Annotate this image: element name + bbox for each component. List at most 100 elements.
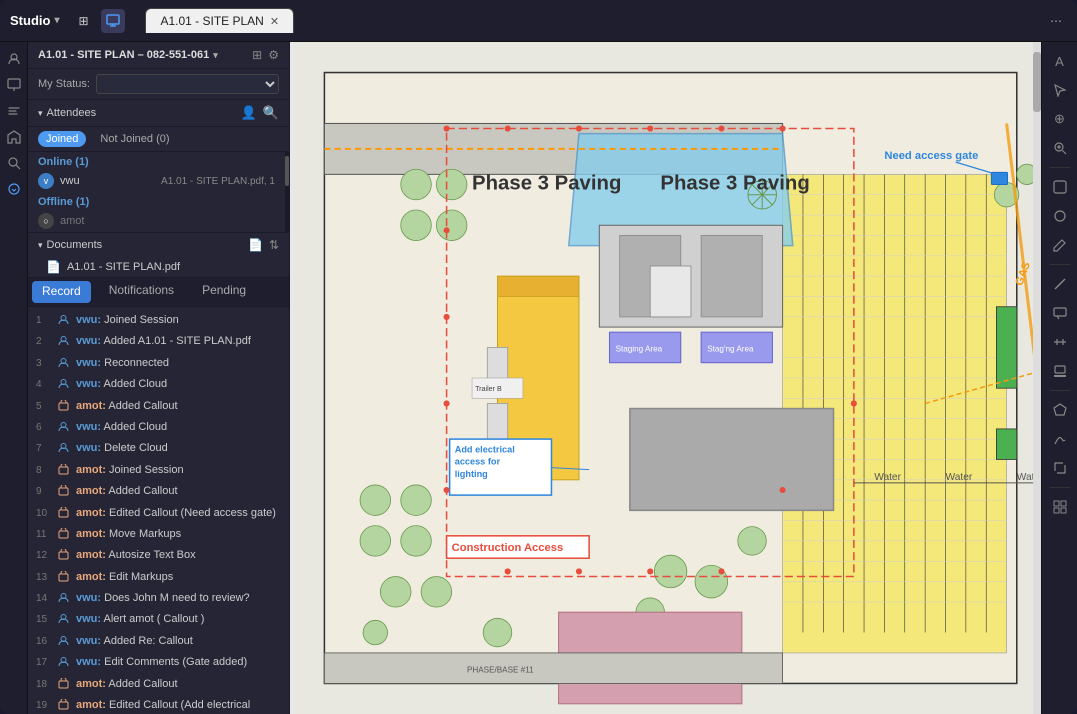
nav-icon-6[interactable] [3,178,25,200]
record-num: 17 [36,655,54,670]
rtb-measure-icon[interactable] [1047,329,1073,355]
main-content: A1.01 - SITE PLAN – 082-551-061 ▾ ⊞ ⚙ My… [0,42,1077,714]
doc-name: A1.01 - SITE PLAN.pdf [67,261,180,273]
record-list: 1vwu: Joined Session2vwu: Added A1.01 - … [28,307,289,714]
record-tab[interactable]: Record [32,281,91,303]
attendee-doc-vwu: A1.01 - SITE PLAN.pdf, 1 [161,176,275,187]
rtb-grid-icon[interactable] [1047,494,1073,520]
record-num: 8 [36,463,54,478]
record-item: 2 vwu: Added A1.01 - SITE PLAN.pdf [28,332,289,353]
rtb-divider-3 [1050,390,1070,391]
not-joined-tab[interactable]: Not Joined (0) [92,131,177,147]
online-section-label: Online (1) [28,152,285,170]
record-num: 2 [36,334,54,349]
svg-text:lighting: lighting [455,469,488,479]
rtb-zoom-icon[interactable] [1047,135,1073,161]
nav-icon-4[interactable] [3,126,25,148]
nav-icon-1[interactable] [3,48,25,70]
doc-item-siteplan[interactable]: 📄 A1.01 - SITE PLAN.pdf [28,257,289,277]
nav-icon-2[interactable] [3,74,25,96]
record-user-icon [58,528,72,544]
rtb-text-icon[interactable]: A [1047,48,1073,74]
doc-file-icon: 📄 [46,260,61,274]
record-text: amot: Edited Callout (Add electrical acc… [76,698,281,714]
home-icon[interactable]: ⊞ [71,9,95,33]
attendee-list-container: Online (1) v vwu A1.01 - SITE PLAN.pdf, … [28,152,289,232]
share-icon[interactable]: ⊞ [252,48,262,62]
record-item: 13 amot: Edit Markups [28,568,289,589]
studio-logo[interactable]: Studio ▾ [10,13,59,28]
close-tab-icon[interactable]: ✕ [270,15,279,28]
record-item: 9amot: Added Callout [28,482,289,503]
rtb-line-icon[interactable] [1047,271,1073,297]
docs-title[interactable]: ▾ Documents [38,239,102,251]
record-item: 8 amot: Joined Session [28,461,289,482]
sort-doc-icon[interactable]: ⇅ [269,238,279,252]
svg-text:access for: access for [455,457,501,467]
record-item: 14vwu: Does John M need to review? [28,589,289,610]
record-text: vwu: Edit Comments (Gate added) [76,655,247,670]
attendees-title[interactable]: ▾ Attendees [38,107,96,119]
avatar-vwu: v [38,173,54,189]
more-options-icon[interactable]: ⋯ [1045,10,1067,32]
record-text: amot: Move Markups [76,527,181,542]
record-text: amot: Joined Session [76,463,184,478]
notifications-tab[interactable]: Notifications [95,278,188,306]
docs-label: Documents [47,239,103,251]
record-text: amot: Autosize Text Box [76,548,196,563]
docs-header: ▾ Documents 📄 ⇅ [28,233,289,257]
rtb-callout-icon[interactable] [1047,300,1073,326]
record-user-icon [58,421,72,437]
attendees-header: ▾ Attendees 👤 🔍 [28,100,289,127]
site-plan-canvas: Staging Area Stag'ng Area Trailer B [290,42,1041,714]
rtb-freeform-icon[interactable] [1047,426,1073,452]
add-doc-icon[interactable]: 📄 [248,238,263,252]
record-user-icon [58,699,72,714]
docs-section: ▾ Documents 📄 ⇅ 📄 A1.01 - SITE PLAN.pdf [28,232,289,277]
joined-tab[interactable]: Joined [38,131,86,147]
svg-text:PHASE/BASE #11: PHASE/BASE #11 [467,665,534,674]
right-toolbar: A ⊕ [1041,42,1077,714]
rtb-crosshair-icon[interactable]: ⊕ [1047,106,1073,132]
record-text: amot: Edited Callout (Need access gate) [76,506,276,521]
canvas-scrollbar-thumb [1033,52,1041,112]
record-user-icon [58,464,72,480]
session-title-area[interactable]: A1.01 - SITE PLAN – 082-551-061 ▾ [38,49,218,61]
rtb-stamp-icon[interactable] [1047,358,1073,384]
attendee-scrollbar[interactable] [285,152,289,232]
record-num: 18 [36,677,54,692]
settings-icon[interactable]: ⚙ [268,48,279,62]
session-icon[interactable] [101,9,125,33]
site-plan-tab[interactable]: A1.01 - SITE PLAN ✕ [145,8,294,33]
status-select[interactable] [96,74,279,94]
rtb-arrow-icon[interactable] [1047,77,1073,103]
pending-tab[interactable]: Pending [188,278,260,306]
rtb-shapes-icon[interactable] [1047,203,1073,229]
session-inner: A1.01 - SITE PLAN – 082-551-061 ▾ ⊞ ⚙ My… [28,42,289,714]
rtb-pen-icon[interactable] [1047,232,1073,258]
nav-icon-3[interactable] [3,100,25,122]
session-dropdown-arrow[interactable]: ▾ [213,50,218,61]
canvas-scrollbar-track[interactable] [1033,42,1041,714]
search-attendee-icon[interactable]: 🔍 [263,105,279,121]
record-user-icon [58,678,72,694]
record-user-icon [58,507,72,523]
attendees-icons: 👤 🔍 [241,105,279,121]
record-num: 13 [36,570,54,585]
studio-title: Studio [10,13,50,28]
attendee-name-amot: amot [60,215,84,227]
record-text: vwu: Added A1.01 - SITE PLAN.pdf [76,334,251,349]
attendee-amot: ○ amot [28,210,285,232]
rtb-polygon-icon[interactable] [1047,397,1073,423]
studio-dropdown-arrow[interactable]: ▾ [54,15,59,26]
svg-text:Construction Access: Construction Access [452,542,563,554]
record-num: 19 [36,698,54,713]
record-text: amot: Added Callout [76,484,178,499]
rtb-resize-icon[interactable] [1047,455,1073,481]
add-attendee-icon[interactable]: 👤 [241,105,257,121]
record-text: amot: Edit Markups [76,570,173,585]
record-text: amot: Added Callout [76,399,178,414]
nav-icon-5[interactable] [3,152,25,174]
rtb-select-icon[interactable] [1047,174,1073,200]
record-text: vwu: Delete Cloud [76,441,168,456]
